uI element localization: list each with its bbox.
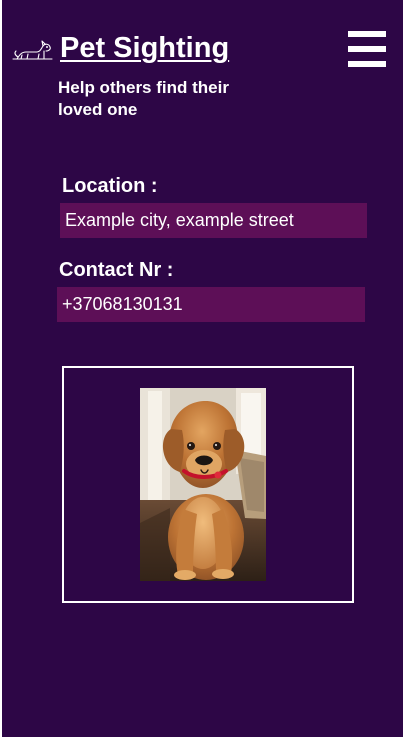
page-title: Pet Sighting bbox=[60, 32, 230, 64]
menu-line-middle bbox=[348, 46, 386, 52]
golden-retriever-puppy-image bbox=[140, 388, 266, 581]
contact-number-input[interactable] bbox=[57, 287, 365, 322]
hamburger-menu-icon[interactable] bbox=[348, 31, 386, 67]
tagline: Help others find their loved one bbox=[58, 78, 229, 119]
contact-number-label: Contact Nr : bbox=[59, 259, 174, 281]
menu-line-bottom bbox=[348, 61, 386, 67]
dog-icon bbox=[12, 40, 53, 60]
pet-sighting-screen: Pet Sighting Help others find their love… bbox=[2, 0, 403, 739]
location-label: Location : bbox=[62, 175, 158, 197]
pet-photo-frame[interactable] bbox=[62, 366, 354, 603]
menu-line-top bbox=[348, 31, 386, 37]
location-input[interactable] bbox=[60, 203, 367, 238]
